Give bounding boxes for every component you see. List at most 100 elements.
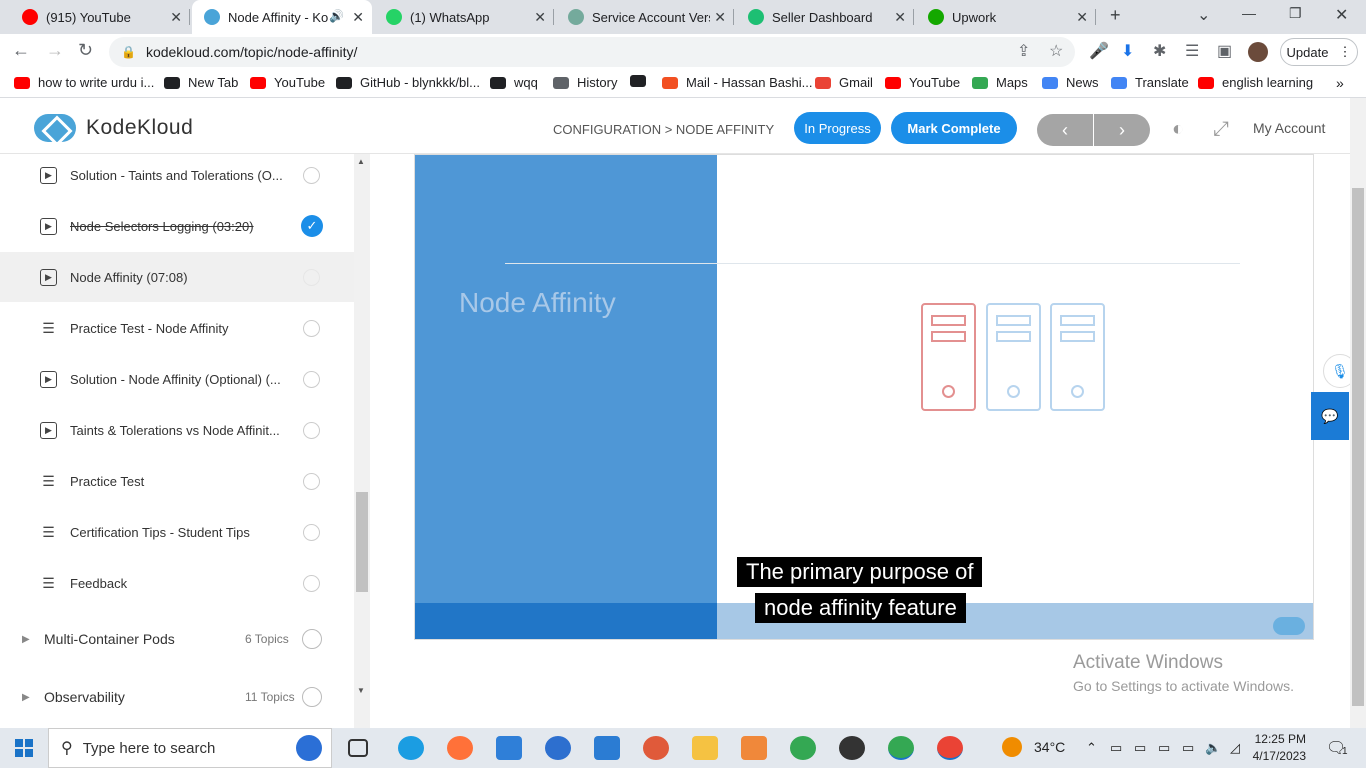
fullscreen-icon[interactable]: ⤢ [1213,118,1229,141]
chevron-up-icon[interactable]: ⌃ [1086,740,1097,756]
app-icon[interactable] [741,736,767,760]
tab-4[interactable]: Seller Dashboard ✕ [736,0,914,34]
completion-circle[interactable] [303,268,320,286]
restore-icon[interactable]: ❐ [1289,5,1302,22]
new-tab-icon[interactable]: + [1110,5,1121,26]
tab-0[interactable]: (915) YouTube ✕ [10,0,190,34]
bookmark-item[interactable] [630,75,654,87]
profile-avatar[interactable] [1248,42,1268,62]
page-scroll-thumb[interactable] [1352,188,1364,706]
microphone-icon[interactable]: 🎤 [1089,41,1109,61]
lesson-item[interactable]: ☰ Feedback [0,558,354,608]
tray-icon[interactable]: ▭ [1110,740,1122,756]
app-icon[interactable] [545,736,571,760]
audio-icon[interactable]: 🔊 [329,9,344,23]
bookmark-item[interactable]: GitHub - blynkkk/bl... [336,75,480,90]
reload-icon[interactable]: ↻ [78,40,93,61]
lesson-item[interactable]: ▶ Node Affinity (07:08) [0,252,354,302]
completion-circle[interactable] [303,166,320,184]
tab-1[interactable]: Node Affinity - Ko 🔊 ✕ [192,0,372,34]
extensions-icon[interactable]: ✱ [1153,41,1166,61]
my-account-link[interactable]: My Account [1253,120,1325,136]
close-tab-icon[interactable]: ✕ [534,9,546,26]
update-button[interactable]: Update ⋮ [1280,38,1358,66]
store-icon[interactable] [496,736,522,760]
tray-icon[interactable]: ▭ [1158,740,1170,756]
bookmark-item[interactable]: New Tab [164,75,238,90]
edge-icon[interactable] [398,736,424,760]
close-tab-icon[interactable]: ✕ [894,9,906,26]
bookmark-item[interactable]: how to write urdu i... [14,75,154,90]
windows-start-icon[interactable] [15,739,33,757]
chrome-profile-icon[interactable] [937,736,963,760]
tray-icon[interactable]: ▭ [1182,740,1194,756]
weather-widget[interactable]: 34°C [1002,737,1065,757]
completion-circle[interactable] [303,319,320,337]
bookmark-item[interactable]: History [553,75,617,90]
bookmark-star-icon[interactable]: ☆ [1049,41,1063,61]
task-view-icon[interactable] [348,739,368,757]
page-scrollbar[interactable] [1350,98,1366,728]
prev-lesson-button[interactable]: ‹ [1037,114,1093,146]
address-bar[interactable]: 🔒 kodekloud.com/topic/node-affinity/ [109,37,1075,67]
back-icon[interactable]: ← [12,40,30,61]
chrome-active-icon[interactable] [888,736,914,760]
minimize-icon[interactable]: — [1242,5,1256,21]
bing-icon[interactable] [296,735,322,761]
system-clock[interactable]: 12:25 PM 4/17/2023 [1252,731,1306,765]
mail-icon[interactable] [594,736,620,760]
chrome-icon[interactable] [790,736,816,760]
lesson-item[interactable]: ▶ Taints & Tolerations vs Node Affinit... [0,405,354,455]
lesson-item[interactable]: ▶ Solution - Node Affinity (Optional) (..… [0,354,354,404]
forward-icon[interactable]: → [46,40,64,61]
completion-circle[interactable] [303,523,320,541]
taskbar-search[interactable]: ⚲ Type here to search [48,728,332,768]
download-ext-icon[interactable]: ⬇ [1121,41,1134,61]
file-explorer-icon[interactable] [692,736,718,760]
bookmark-item[interactable]: YouTube [885,75,960,90]
share-icon[interactable]: ⇪ [1017,41,1030,61]
sidebar-scrollbar[interactable]: ▲ ▼ [354,154,370,728]
bookmark-item[interactable]: Maps [972,75,1028,90]
lesson-item[interactable]: ☰ Practice Test - Node Affinity [0,303,354,353]
tray-icon[interactable]: ▭ [1134,740,1146,756]
completion-circle[interactable] [303,472,320,490]
speaker-icon[interactable]: 🔈 [1205,740,1221,756]
firefox-icon[interactable] [447,736,473,760]
completion-circle[interactable] [303,421,320,439]
tab-search-icon[interactable]: ⌄ [1197,5,1210,25]
tab-3[interactable]: Service Account Versio✕ [556,0,734,34]
bookmark-item[interactable]: Mail - Hassan Bashi... [662,75,812,90]
tab-5[interactable]: Upwork ✕ [916,0,1096,34]
lesson-item[interactable]: ☰ Practice Test [0,456,354,506]
tab-2[interactable]: (1) WhatsApp ✕ [374,0,554,34]
bookmark-item[interactable]: YouTube [250,75,325,90]
checkmark-icon[interactable]: ✓ [301,215,323,237]
close-tab-icon[interactable]: ✕ [714,9,726,26]
scroll-down-icon[interactable]: ▼ [357,686,365,695]
module-section[interactable]: ▶ Observability 11 Topics [0,677,354,717]
close-tab-icon[interactable]: ✕ [170,9,182,26]
bookmark-item[interactable]: english learning [1198,75,1313,90]
close-tab-icon[interactable]: ✕ [1076,9,1088,26]
scroll-up-icon[interactable]: ▲ [357,157,365,166]
bookmark-item[interactable]: wqq [490,75,538,90]
completion-circle[interactable] [303,370,320,388]
bookmark-item[interactable]: Translate [1111,75,1189,90]
in-progress-button[interactable]: In Progress [794,112,881,144]
module-section[interactable]: ▶ Multi-Container Pods 6 Topics [0,619,354,659]
bookmark-item[interactable]: News [1042,75,1099,90]
completion-circle[interactable] [303,574,320,592]
bookmark-item[interactable]: Gmail [815,75,873,90]
dark-mode-icon[interactable]: ◐ [1172,118,1184,141]
lesson-item[interactable]: ▶ Solution - Taints and Tolerations (O... [0,154,354,200]
more-bookmarks-icon[interactable]: » [1336,75,1344,91]
next-lesson-button[interactable]: › [1094,114,1150,146]
wifi-icon[interactable]: ◿ [1230,740,1240,756]
sidebar-scroll-thumb[interactable] [356,492,368,592]
media-control-icon[interactable]: ☰ [1185,41,1199,61]
lesson-item[interactable]: ▶ Node Selectors Logging (03:20) ✓ [0,201,354,251]
kodekloud-logo[interactable]: KodeKloud [34,114,193,142]
video-player[interactable]: Node Affinity The primary purpose of nod… [414,154,1314,640]
close-tab-icon[interactable]: ✕ [352,9,364,26]
